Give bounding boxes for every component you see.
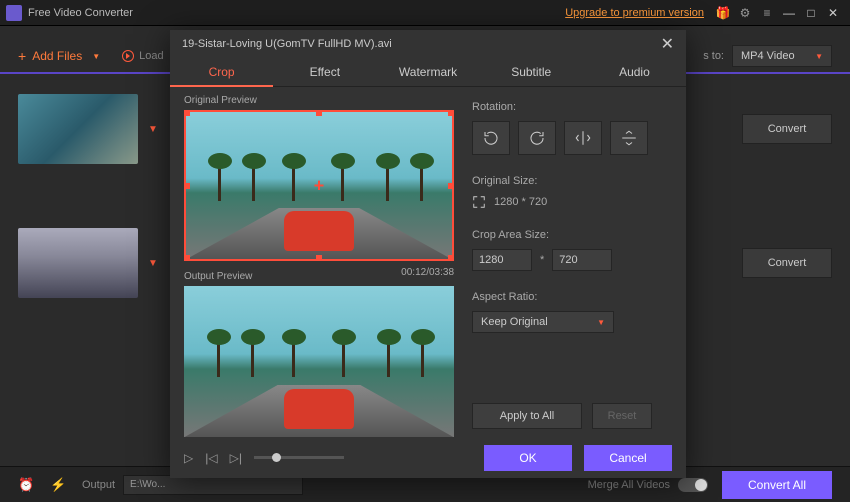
seek-slider[interactable] (254, 456, 344, 459)
expand-icon[interactable] (472, 195, 486, 209)
rotation-label: Rotation: (472, 101, 672, 113)
modal-tabs: Crop Effect Watermark Subtitle Audio (170, 58, 686, 88)
app-logo-icon (6, 5, 22, 21)
row-format-caret[interactable]: ▼ (138, 124, 168, 135)
convert-all-button[interactable]: Convert All (722, 471, 832, 499)
rotate-left-button[interactable] (472, 121, 510, 155)
flip-vertical-button[interactable] (610, 121, 648, 155)
upgrade-link[interactable]: Upgrade to premium version (565, 7, 704, 19)
convert-button[interactable]: Convert (742, 114, 832, 144)
flip-horizontal-button[interactable] (564, 121, 602, 155)
video-thumbnail[interactable] (18, 94, 138, 164)
modal-title: 19-Sistar-Loving U(GomTV FullHD MV).avi (182, 38, 661, 50)
crop-controls: Rotation: Original Size: 1280 * 720 Crop… (472, 91, 672, 437)
output-format-select[interactable]: MP4 Video ▼ (732, 45, 832, 67)
crop-height-input[interactable]: 720 (552, 249, 612, 271)
chevron-down-icon: ▼ (597, 318, 605, 327)
tab-subtitle[interactable]: Subtitle (480, 58, 583, 87)
gift-icon[interactable]: 🎁 (716, 6, 730, 20)
minimize-button[interactable]: — (778, 6, 800, 20)
play-button[interactable]: ▷ (184, 451, 193, 465)
original-preview-label: Original Preview (184, 95, 454, 106)
output-preview (184, 286, 454, 437)
maximize-button[interactable]: □ (800, 6, 822, 20)
crop-handle[interactable] (184, 183, 190, 189)
chevron-down-icon: ▼ (815, 52, 823, 61)
aspect-ratio-label: Aspect Ratio: (472, 291, 672, 303)
convert-button[interactable]: Convert (742, 248, 832, 278)
disc-icon (122, 50, 134, 62)
playback-controls: ▷ |◁ ▷| (184, 451, 344, 465)
crop-handle[interactable] (316, 110, 322, 116)
video-thumbnail[interactable] (18, 228, 138, 298)
format-value: MP4 Video (741, 50, 795, 62)
merge-label: Merge All Videos (588, 479, 670, 491)
close-icon[interactable]: ✕ (661, 34, 674, 54)
modal-footer: ▷ |◁ ▷| OK Cancel (170, 437, 686, 478)
tab-effect[interactable]: Effect (273, 58, 376, 87)
modal-header: 19-Sistar-Loving U(GomTV FullHD MV).avi … (170, 30, 686, 58)
crop-width-input[interactable]: 1280 (472, 249, 532, 271)
convert-to-label: s to: (703, 50, 724, 62)
row-format-caret[interactable]: ▼ (138, 258, 168, 269)
add-files-button[interactable]: + Add Files ▼ (18, 48, 100, 64)
output-preview-label: Output Preview (184, 271, 252, 282)
schedule-icon[interactable]: ⏰ (18, 477, 36, 493)
crop-area-label: Crop Area Size: (472, 229, 672, 241)
gpu-icon[interactable]: ⚡ (50, 477, 68, 493)
crop-handle[interactable] (448, 183, 454, 189)
plus-icon: + (18, 48, 26, 64)
cancel-button[interactable]: Cancel (584, 445, 672, 471)
timecode: 00:12/03:38 (401, 267, 454, 286)
modal-body: Original Preview + Out (170, 87, 686, 437)
settings-icon[interactable]: ⚙ (738, 6, 752, 20)
app-title: Free Video Converter (28, 7, 565, 19)
aspect-value: Keep Original (481, 316, 548, 328)
preview-column: Original Preview + Out (184, 91, 454, 437)
original-size-value: 1280 * 720 (494, 196, 547, 208)
add-files-label: Add Files (32, 49, 82, 63)
crop-handle[interactable] (184, 255, 190, 261)
crop-handle[interactable] (448, 255, 454, 261)
ok-button[interactable]: OK (484, 445, 572, 471)
close-window-button[interactable]: ✕ (822, 6, 844, 20)
next-frame-button[interactable]: ▷| (230, 451, 242, 465)
title-bar: Free Video Converter Upgrade to premium … (0, 0, 850, 26)
load-label: Load (139, 50, 163, 62)
prev-frame-button[interactable]: |◁ (205, 451, 217, 465)
tab-crop[interactable]: Crop (170, 58, 273, 87)
rotate-right-button[interactable] (518, 121, 556, 155)
crop-handle[interactable] (184, 110, 190, 116)
chevron-down-icon: ▼ (92, 52, 100, 61)
merge-toggle[interactable] (678, 478, 708, 492)
load-disc-button[interactable]: Load (122, 50, 163, 62)
aspect-ratio-select[interactable]: Keep Original ▼ (472, 311, 614, 333)
tab-audio[interactable]: Audio (583, 58, 686, 87)
menu-icon[interactable]: ≡ (760, 6, 774, 20)
output-label: Output (82, 479, 115, 491)
multiply-icon: * (540, 254, 544, 266)
tab-watermark[interactable]: Watermark (376, 58, 479, 87)
original-size-label: Original Size: (472, 175, 672, 187)
original-preview[interactable]: + (184, 110, 454, 261)
edit-modal: 19-Sistar-Loving U(GomTV FullHD MV).avi … (170, 30, 686, 478)
crop-handle[interactable] (316, 255, 322, 261)
apply-to-all-button[interactable]: Apply to All (472, 403, 582, 429)
crop-handle[interactable] (448, 110, 454, 116)
reset-button[interactable]: Reset (592, 403, 652, 429)
